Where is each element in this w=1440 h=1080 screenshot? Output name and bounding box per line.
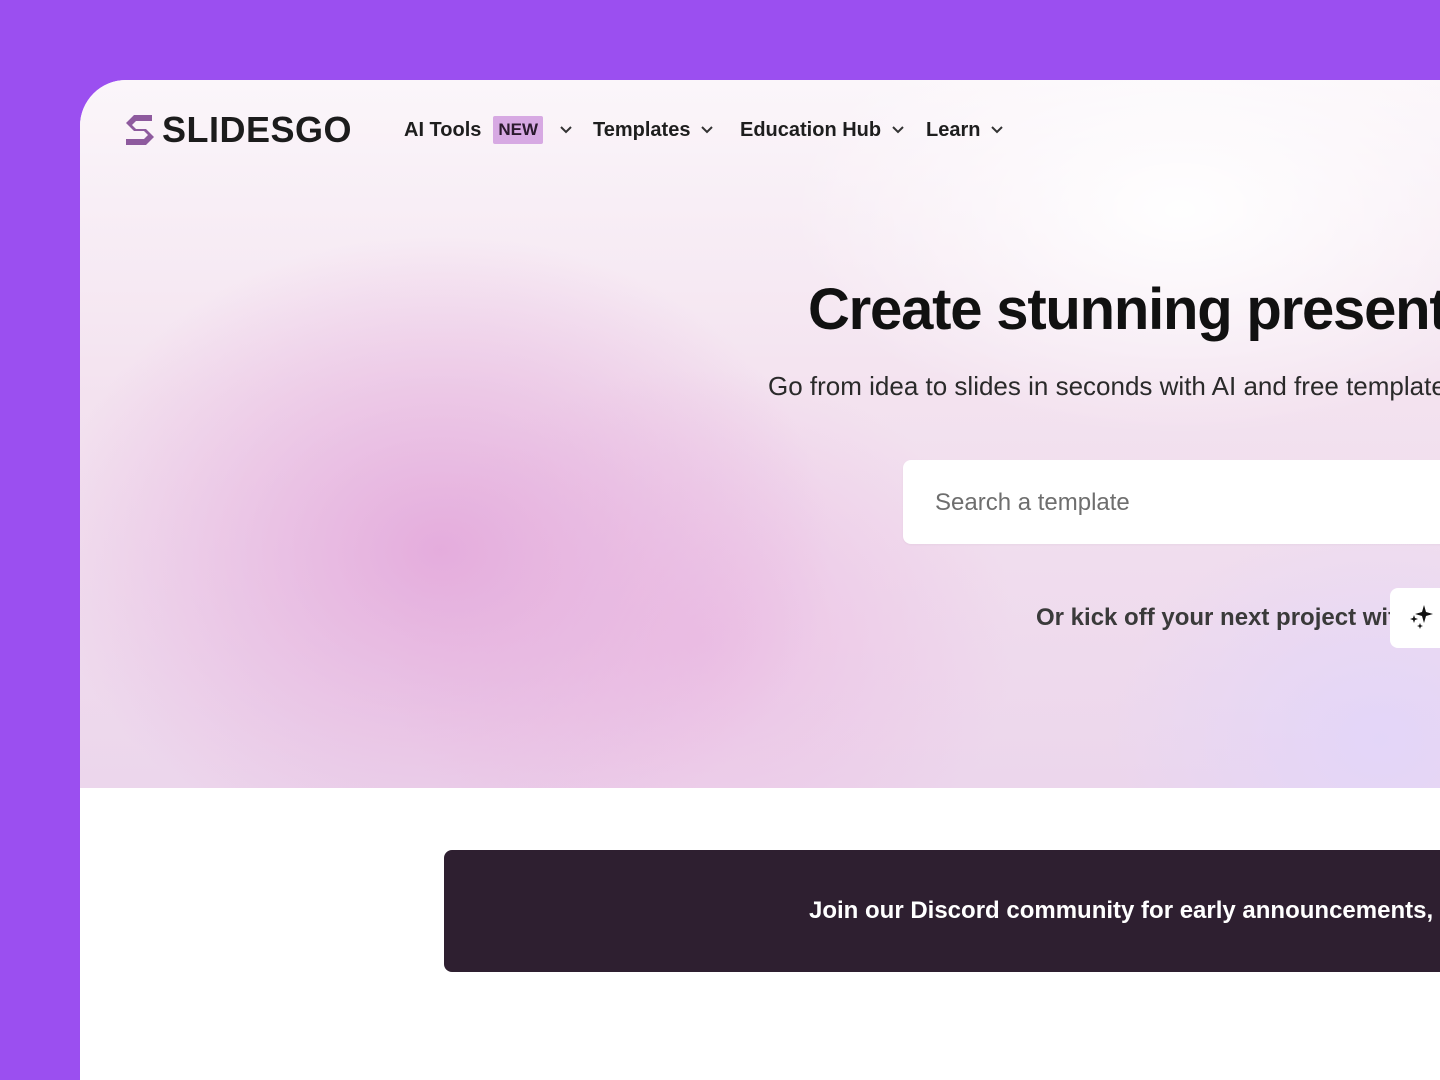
logo-wordmark: SLIDESGO [162, 109, 353, 150]
nav-item-label: Learn [926, 118, 981, 141]
chevron-down-icon [990, 123, 1004, 137]
nav-item-label: AI Tools [404, 118, 482, 141]
discord-banner-text: Join our Discord community for early ann… [809, 897, 1440, 924]
hero-section: SLIDESGO AI Tools NEW Templates Educatio… [80, 80, 1440, 788]
top-navigation: SLIDESGO AI Tools NEW Templates Educatio… [80, 80, 1440, 180]
browser-frame: SLIDESGO AI Tools NEW Templates Educatio… [80, 80, 1440, 1080]
nav-item-label: Education Hub [740, 118, 882, 141]
discord-community-banner[interactable]: Join our Discord community for early ann… [444, 850, 1440, 972]
chevron-down-icon [700, 123, 714, 137]
hero-headline: Create stunning presentat [808, 277, 1440, 342]
kickoff-text: Or kick off your next project with [1036, 604, 1411, 631]
hero-subheadline: Go from idea to slides in seconds with A… [768, 371, 1440, 401]
slidesgo-logo[interactable]: SLIDESGO [122, 108, 352, 152]
nav-item-education-hub[interactable]: Education Hub [740, 114, 905, 146]
ai-presentation-button[interactable] [1390, 588, 1440, 648]
search-input[interactable] [933, 460, 1440, 546]
slidesgo-logo-icon [126, 115, 154, 145]
nav-item-learn[interactable]: Learn [926, 114, 1004, 146]
nav-item-ai-tools[interactable]: AI Tools NEW [404, 114, 573, 146]
chevron-down-icon [891, 123, 905, 137]
nav-item-label: Templates [593, 118, 691, 141]
new-badge: NEW [493, 116, 544, 144]
sparkle-icon [1408, 603, 1434, 634]
chevron-down-icon [559, 123, 573, 137]
nav-item-templates[interactable]: Templates [593, 114, 714, 146]
template-search-box[interactable] [903, 460, 1440, 546]
